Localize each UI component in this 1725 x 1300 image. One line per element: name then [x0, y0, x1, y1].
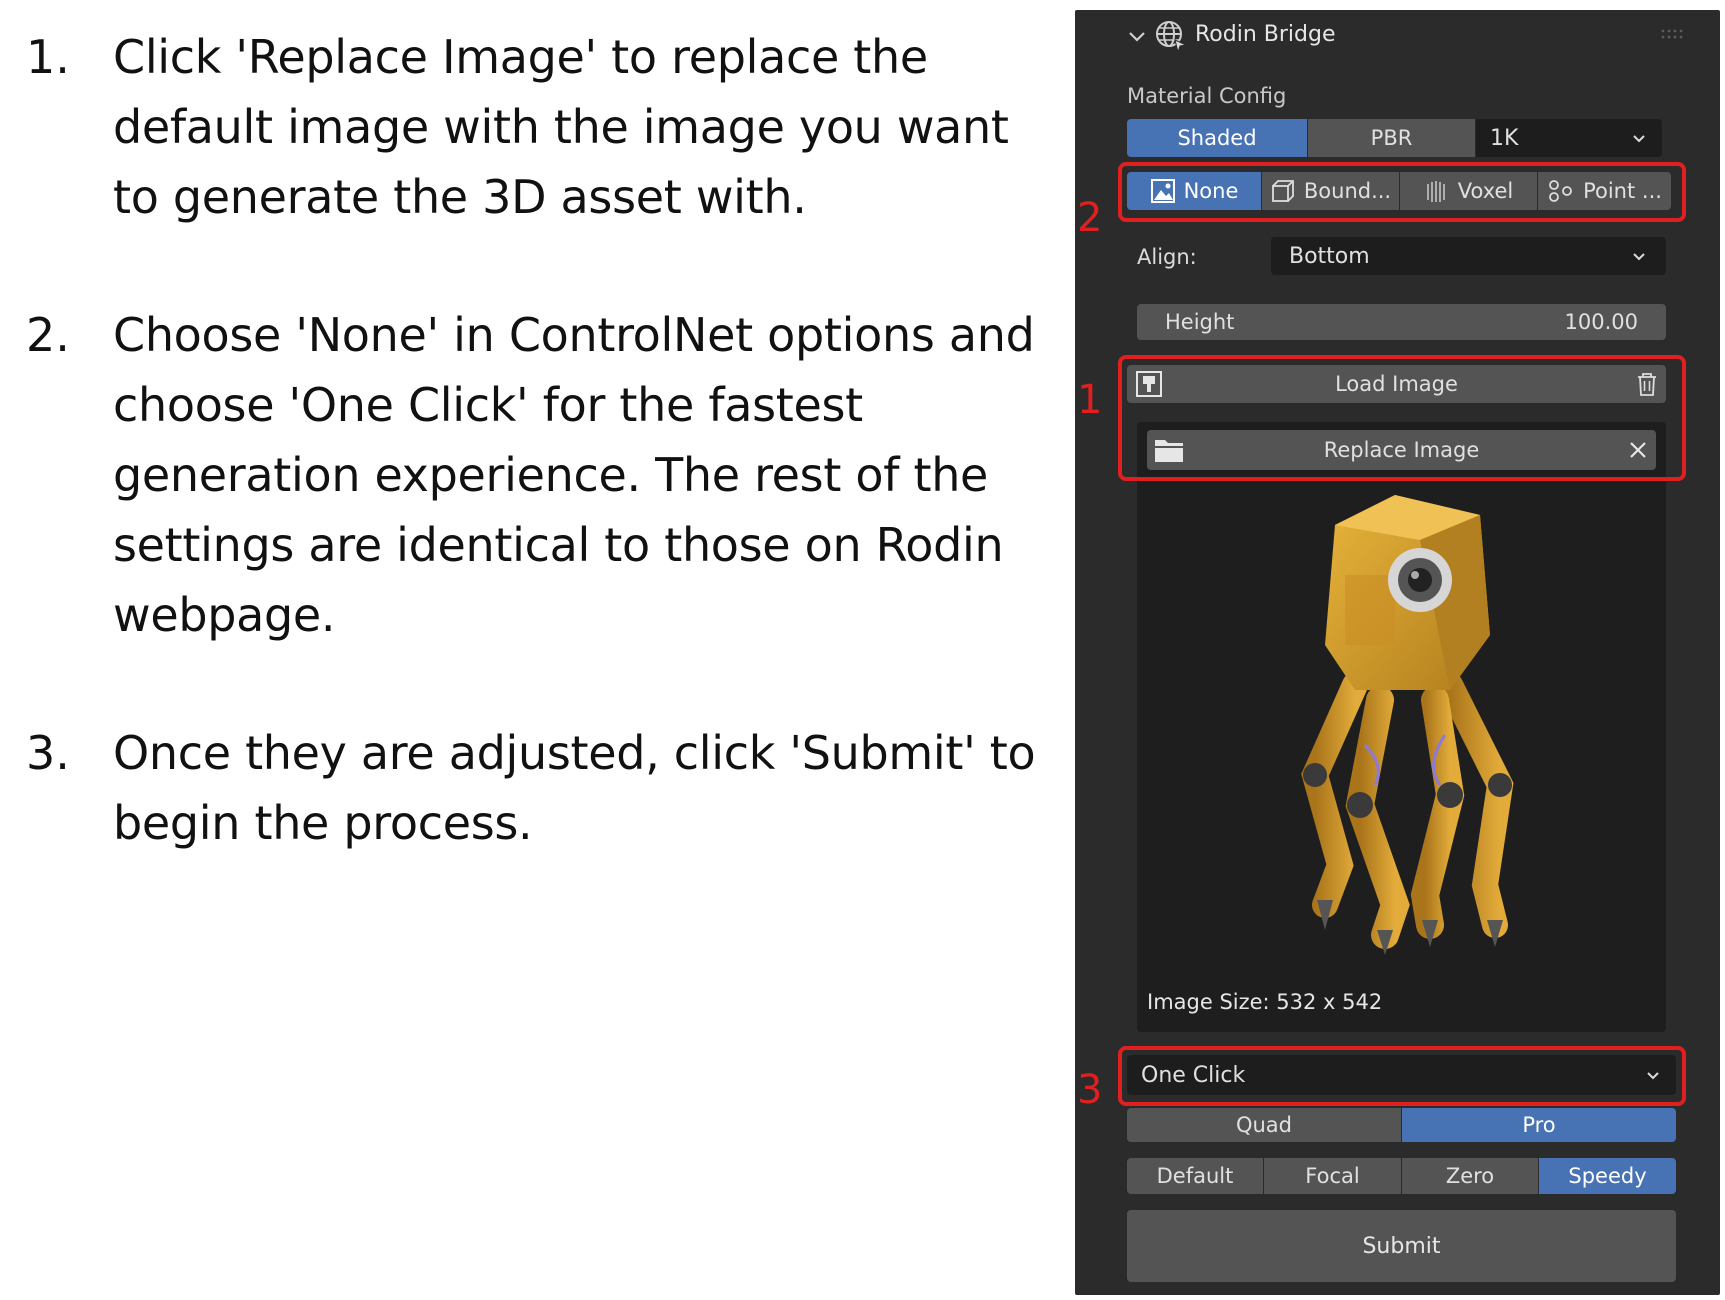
tab-focal[interactable]: Focal [1264, 1158, 1402, 1194]
annotation-number-2: 2 [1077, 195, 1103, 241]
annotation-box-1 [1118, 355, 1686, 481]
annotation-number-3: 3 [1077, 1067, 1103, 1113]
tab-speedy[interactable]: Speedy [1539, 1158, 1676, 1194]
image-size-text: Image Size: 532 x 542 [1147, 990, 1383, 1014]
step-text: Click 'Replace Image' to replace the def… [113, 30, 1009, 224]
tab-pro[interactable]: Pro [1402, 1108, 1676, 1142]
globe-icon [1156, 21, 1188, 54]
quality-tabs: Quad Pro [1127, 1108, 1676, 1142]
robot-preview-image [1301, 495, 1514, 955]
style-tabs: Default Focal Zero Speedy [1127, 1158, 1676, 1194]
annotation-number-1: 1 [1077, 377, 1103, 423]
material-tabs: Shaded PBR 1K [1127, 119, 1662, 157]
resolution-value: 1K [1490, 125, 1519, 151]
tab-quad[interactable]: Quad [1127, 1108, 1402, 1142]
step-text: Choose 'None' in ControlNet options and … [113, 308, 1035, 642]
chevron-down-icon [1633, 135, 1645, 143]
tab-shaded[interactable]: Shaded [1127, 119, 1308, 157]
step-number: 3. [26, 726, 70, 780]
height-value: 100.00 [1564, 310, 1638, 334]
align-label: Align: [1137, 245, 1197, 269]
chevron-down-icon[interactable] [1125, 24, 1149, 48]
submit-button[interactable]: Submit [1127, 1210, 1676, 1282]
resolution-dropdown[interactable]: 1K [1476, 119, 1662, 157]
align-dropdown[interactable]: Bottom [1271, 237, 1666, 275]
tab-zero[interactable]: Zero [1402, 1158, 1539, 1194]
panel-title: Rodin Bridge [1195, 22, 1336, 47]
annotation-box-2 [1118, 162, 1686, 222]
grip-icon[interactable] [1660, 28, 1686, 40]
chevron-down-icon [1633, 253, 1645, 261]
step-number: 1. [26, 30, 70, 84]
annotation-box-3 [1118, 1046, 1686, 1106]
height-label: Height [1165, 310, 1235, 334]
rodin-bridge-panel: Rodin Bridge Material Config Shaded PBR … [1075, 10, 1720, 1295]
step-text: Once they are adjusted, click 'Submit' t… [113, 726, 1036, 850]
tab-pbr[interactable]: PBR [1308, 119, 1476, 157]
instructions: 1. Click 'Replace Image' to replace the … [0, 0, 1060, 1300]
material-config-label: Material Config [1127, 84, 1287, 108]
tab-default[interactable]: Default [1127, 1158, 1264, 1194]
step-number: 2. [26, 308, 70, 362]
height-field[interactable]: Height 100.00 [1137, 304, 1666, 340]
align-value: Bottom [1289, 243, 1370, 269]
